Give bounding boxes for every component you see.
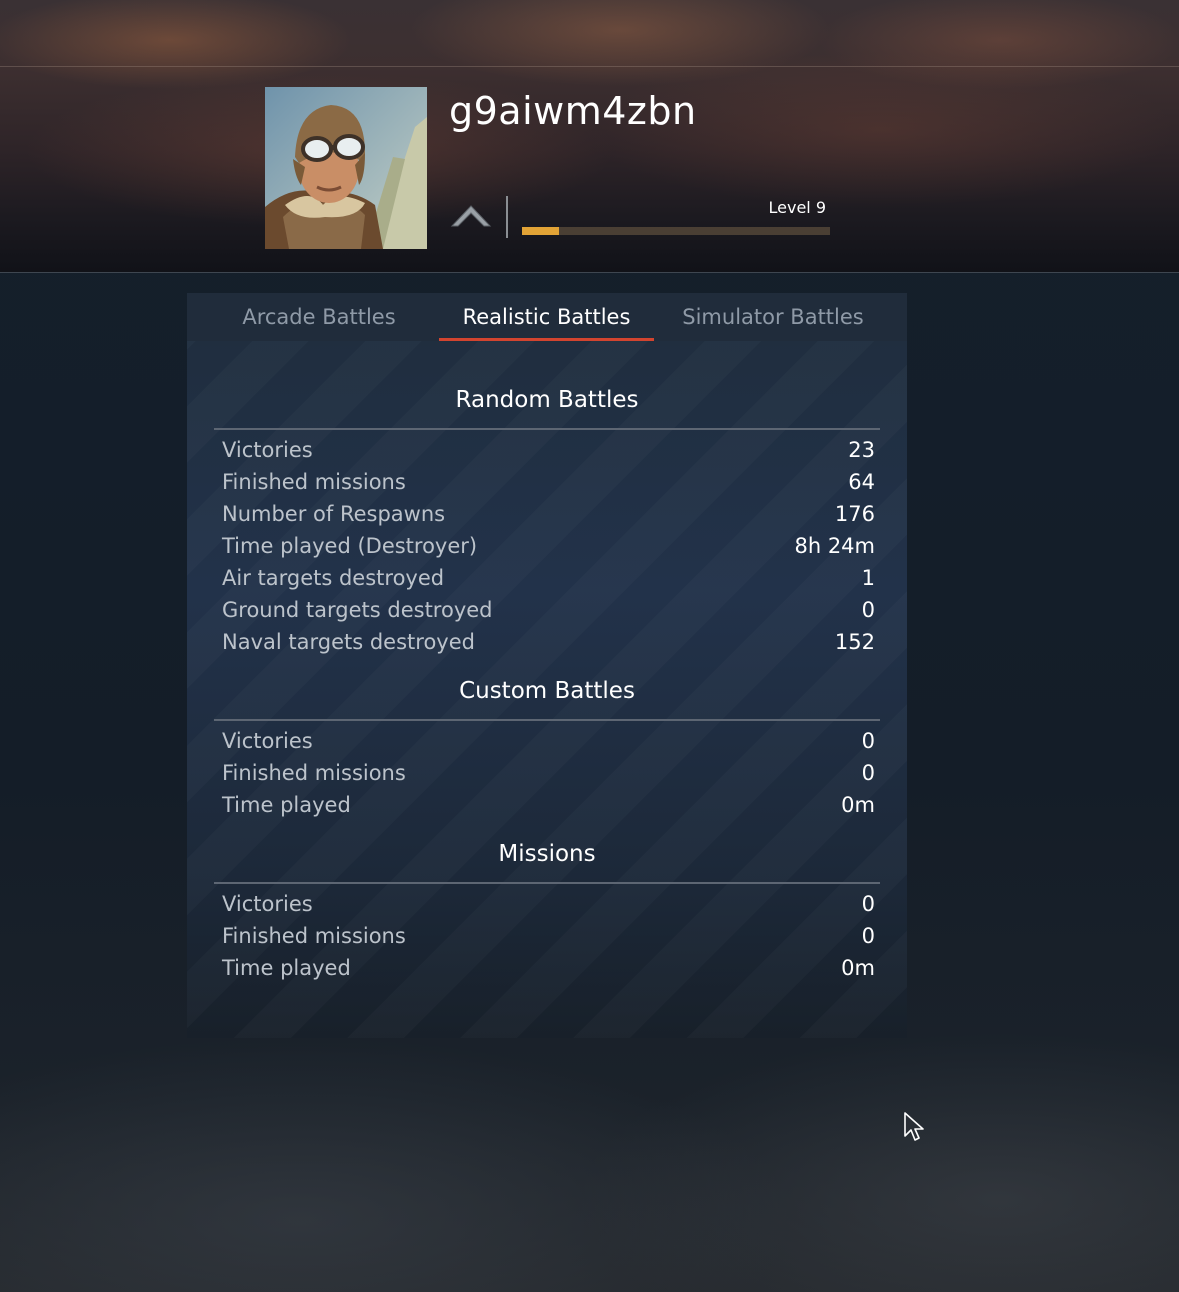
- pilot-portrait-image: [265, 87, 427, 249]
- battle-mode-tabs: Arcade Battles Realistic Battles Simulat…: [187, 293, 907, 341]
- stat-row: Time played 0m: [222, 952, 875, 984]
- stat-value: 23: [848, 438, 875, 462]
- section-divider: [214, 428, 880, 430]
- stat-label: Victories: [222, 892, 313, 916]
- stat-row: Finished missions 0: [222, 920, 875, 952]
- stat-value: 8h 24m: [794, 534, 875, 558]
- stat-value: 0: [861, 892, 875, 916]
- stat-value: 0m: [841, 793, 875, 817]
- stat-value: 152: [834, 630, 875, 654]
- player-nickname: g9aiwm4zbn: [449, 89, 697, 133]
- stat-row: Finished missions 64: [222, 466, 875, 498]
- stat-label: Air targets destroyed: [222, 566, 445, 590]
- stat-label: Ground targets destroyed: [222, 598, 493, 622]
- stat-row: Air targets destroyed 1: [222, 562, 875, 594]
- mouse-pointer-icon: [903, 1112, 925, 1142]
- stat-value: 0: [861, 761, 875, 785]
- stat-value: 0: [861, 598, 875, 622]
- stat-row: Victories 0: [222, 725, 875, 757]
- stat-label: Finished missions: [222, 761, 406, 785]
- section-title-random-battles: Random Battles: [455, 387, 639, 413]
- section-divider: [214, 882, 880, 884]
- header-divider: [0, 66, 1179, 67]
- stat-label: Naval targets destroyed: [222, 630, 475, 654]
- stat-row: Time played 0m: [222, 789, 875, 821]
- section-divider: [214, 719, 880, 721]
- stat-label: Victories: [222, 438, 313, 462]
- profile-header: g9aiwm4zbn Level 9: [0, 0, 1179, 273]
- stat-row: Finished missions 0: [222, 757, 875, 789]
- stat-label: Time played: [222, 956, 351, 980]
- player-avatar[interactable]: [265, 87, 427, 249]
- level-progress-fill: [522, 227, 559, 235]
- stat-label: Victories: [222, 729, 313, 753]
- stat-value: 0m: [841, 956, 875, 980]
- level-label: Level 9: [768, 198, 827, 217]
- stat-label: Number of Respawns: [222, 502, 446, 526]
- stat-value: 0: [861, 924, 875, 948]
- stat-label: Time played: [222, 793, 351, 817]
- section-title-missions: Missions: [498, 841, 596, 867]
- stat-row: Ground targets destroyed 0: [222, 594, 875, 626]
- chevron-up-icon: [450, 196, 492, 232]
- level-progress-bar: [522, 227, 830, 235]
- tab-realistic-battles[interactable]: Realistic Battles: [439, 293, 654, 341]
- stat-value: 176: [834, 502, 875, 526]
- tab-arcade-battles[interactable]: Arcade Battles: [227, 293, 411, 341]
- stat-label: Finished missions: [222, 470, 406, 494]
- stat-row: Victories 0: [222, 888, 875, 920]
- stat-row: Number of Respawns 176: [222, 498, 875, 530]
- stat-value: 1: [861, 566, 875, 590]
- stat-label: Time played (Destroyer): [222, 534, 478, 558]
- stat-value: 64: [848, 470, 875, 494]
- section-title-custom-battles: Custom Battles: [459, 678, 635, 704]
- stat-value: 0: [861, 729, 875, 753]
- rank-divider: [506, 196, 508, 238]
- tab-simulator-battles[interactable]: Simulator Battles: [681, 293, 865, 341]
- stat-label: Finished missions: [222, 924, 406, 948]
- stats-panel: Arcade Battles Realistic Battles Simulat…: [187, 293, 907, 1038]
- stat-row: Time played (Destroyer) 8h 24m: [222, 530, 875, 562]
- stat-row: Naval targets destroyed 152: [222, 626, 875, 658]
- stat-row: Victories 23: [222, 434, 875, 466]
